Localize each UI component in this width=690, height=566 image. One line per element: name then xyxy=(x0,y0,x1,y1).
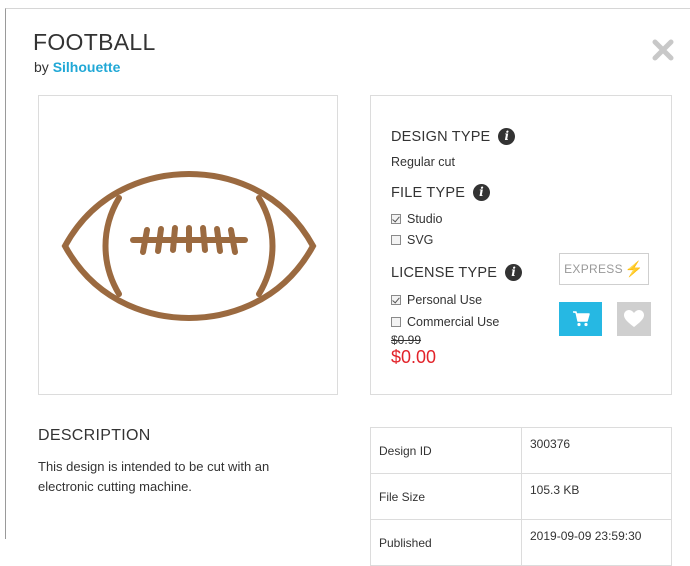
detail-value: 300376 xyxy=(521,427,672,474)
table-row: Design ID 300376 xyxy=(370,427,672,474)
design-preview xyxy=(38,95,338,395)
checkbox-checked[interactable] xyxy=(391,295,401,305)
detail-key: Design ID xyxy=(370,427,522,474)
lightning-bolt-icon: ⚡ xyxy=(624,261,644,278)
license-personal-checkbox[interactable]: Personal Use xyxy=(391,293,482,307)
checkbox-checked[interactable] xyxy=(391,214,401,224)
checkbox-label: Commercial Use xyxy=(407,315,500,329)
checkbox-label: Studio xyxy=(407,212,443,226)
checkbox-label: Personal Use xyxy=(407,293,483,307)
info-icon[interactable]: i xyxy=(498,128,516,145)
detail-value: 105.3 KB xyxy=(521,473,672,520)
table-row: Published 2019-09-09 23:59:30 xyxy=(370,519,672,566)
description-text: This design is intended to be cut with a… xyxy=(38,459,270,494)
add-to-cart-button[interactable] xyxy=(559,302,602,336)
license-type-heading: LICENSE TYPE i xyxy=(391,264,523,281)
by-prefix: by xyxy=(34,59,49,75)
shopping-cart-icon xyxy=(572,311,590,327)
checkbox-label: SVG xyxy=(407,233,434,247)
close-icon[interactable] xyxy=(650,37,676,63)
design-type-label: DESIGN TYPE xyxy=(391,128,491,145)
checkbox-unchecked[interactable] xyxy=(391,235,401,245)
byline: by Silhouette xyxy=(34,59,120,75)
design-type-value: Regular cut xyxy=(391,155,455,169)
license-commercial-checkbox[interactable]: Commercial Use xyxy=(391,315,499,329)
checkbox-unchecked[interactable] xyxy=(391,317,401,327)
design-type-heading: DESIGN TYPE i xyxy=(391,128,516,145)
file-type-studio-checkbox[interactable]: Studio xyxy=(391,212,442,226)
heart-icon xyxy=(624,310,644,327)
add-to-favorites-button[interactable] xyxy=(617,302,651,336)
design-details-table: Design ID 300376 File Size 105.3 KB Publ… xyxy=(370,427,672,566)
author-link[interactable]: Silhouette xyxy=(53,59,121,75)
description-heading: DESCRIPTION xyxy=(38,427,151,444)
purchase-options-panel: DESIGN TYPE i Regular cut FILE TYPE i St… xyxy=(370,95,672,395)
detail-key: Published xyxy=(370,519,522,566)
detail-value: 2019-09-09 23:59:30 xyxy=(521,519,672,566)
express-button[interactable]: EXPRESS ⚡ xyxy=(559,253,649,285)
info-icon[interactable]: i xyxy=(473,184,491,201)
file-type-svg-checkbox[interactable]: SVG xyxy=(391,233,433,247)
design-title: FOOTBALL xyxy=(33,29,156,55)
table-row: File Size 105.3 KB xyxy=(370,473,672,520)
express-label: EXPRESS xyxy=(564,262,623,276)
file-type-label: FILE TYPE xyxy=(391,184,466,201)
detail-key: File Size xyxy=(370,473,522,520)
license-type-label: LICENSE TYPE xyxy=(391,264,498,281)
original-price: $0.99 xyxy=(391,333,422,347)
file-type-heading: FILE TYPE i xyxy=(391,184,491,201)
current-price: $0.00 xyxy=(391,347,437,367)
design-detail-modal: FOOTBALL by Silhouette DESIGN TYPE i Reg… xyxy=(5,8,690,566)
football-image xyxy=(61,170,317,322)
info-icon[interactable]: i xyxy=(505,264,523,281)
